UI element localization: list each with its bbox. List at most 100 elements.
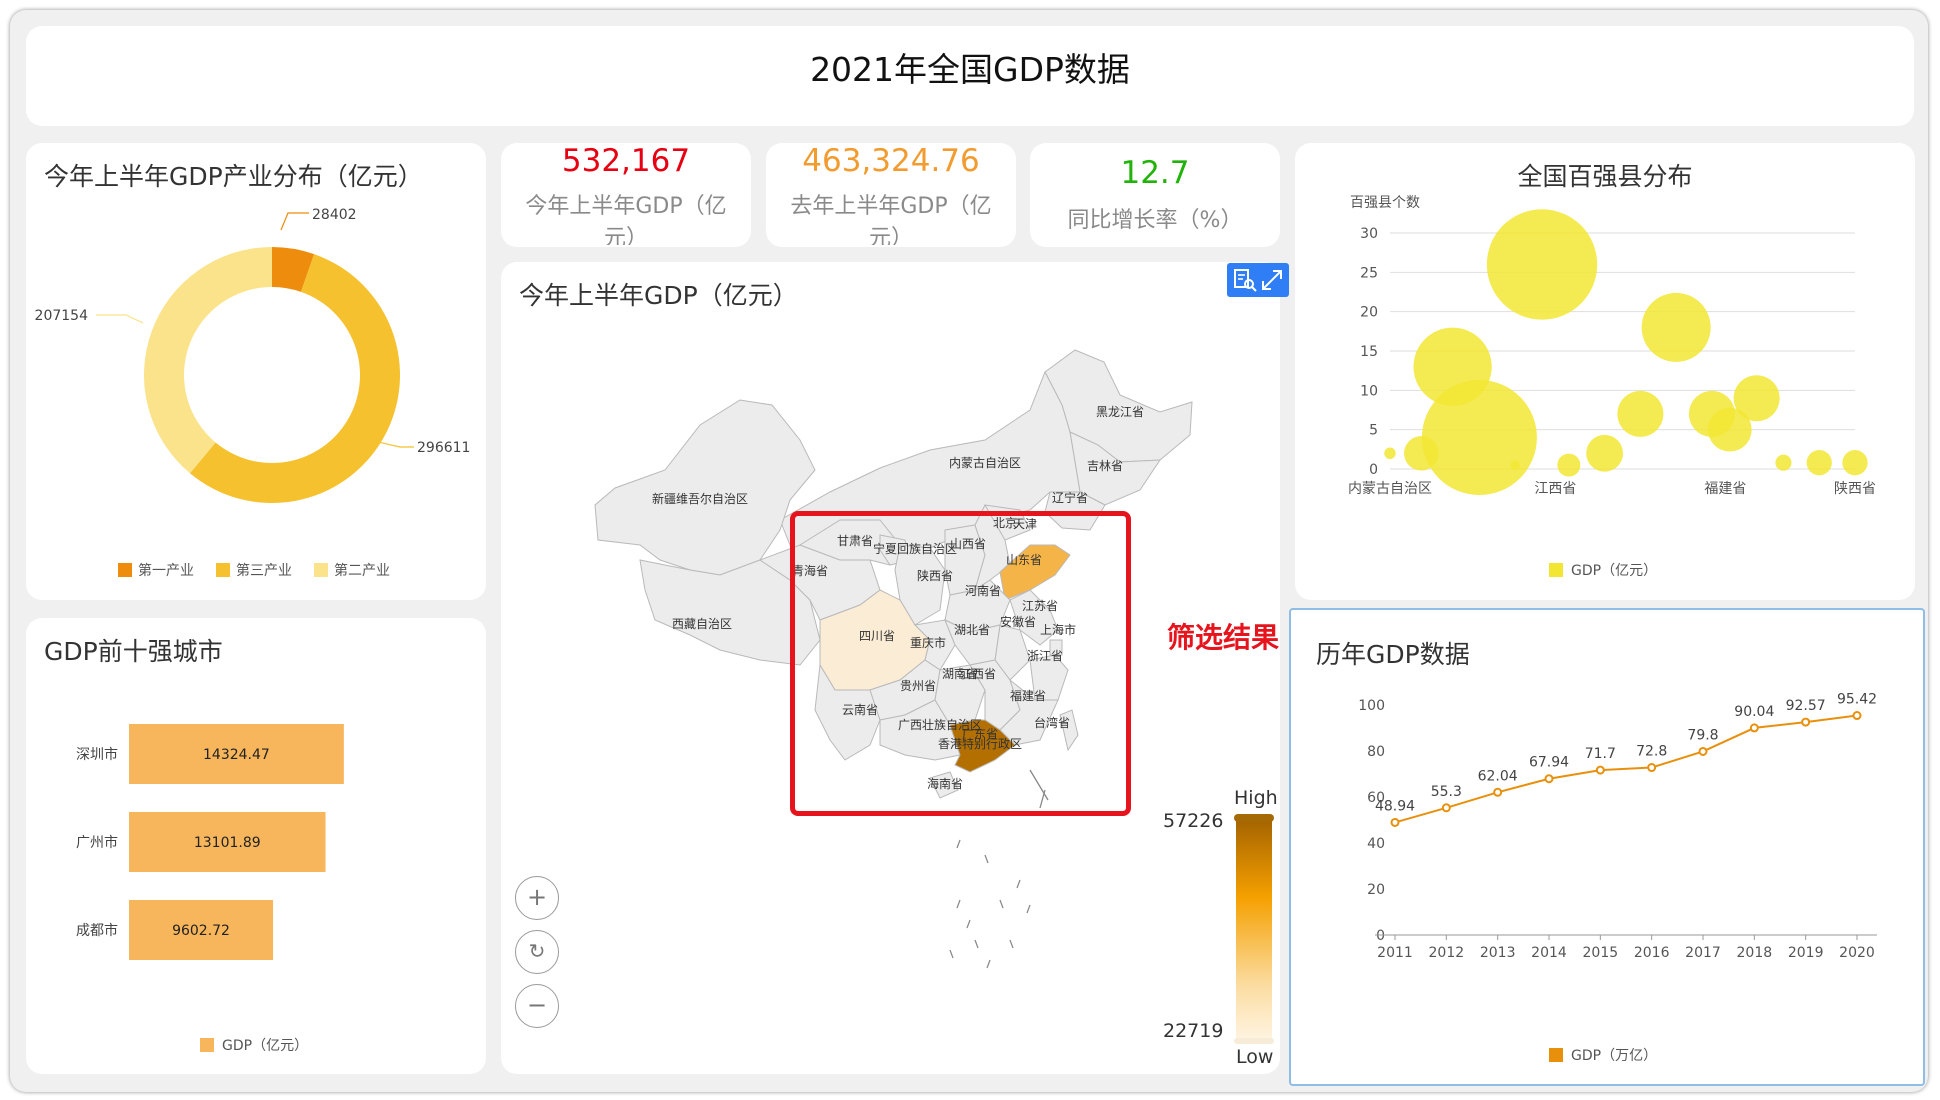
line-point[interactable] [1852, 711, 1862, 721]
filter-result-box [790, 511, 1131, 816]
bubble[interactable] [1617, 390, 1664, 437]
line-point[interactable] [1544, 774, 1554, 784]
top-counties-card: 全国百强县分布 百强县个数 0 5 10 15 20 25 30 内蒙古自治区 江西省 福建省 陕西省… [1295, 143, 1915, 600]
legend-swatch[interactable] [200, 1038, 214, 1052]
x-tick-label: 内蒙古自治区 [1348, 481, 1432, 497]
visual-map-gradient[interactable] [1236, 820, 1272, 1040]
visual-map-min-value: 22719 [1163, 1020, 1224, 1042]
visual-map-max-value: 57226 [1163, 810, 1224, 832]
kpi-card-this-half: 532,167 今年上半年GDP（亿元） [501, 143, 751, 247]
map-island [974, 939, 979, 949]
minus-icon: − [526, 991, 548, 1019]
legend-swatch[interactable] [314, 563, 328, 577]
donut-label-line [280, 212, 309, 231]
y-tick-label: 25 [1360, 265, 1378, 281]
counties-bubble-chart[interactable]: 百强县个数 0 5 10 15 20 25 30 内蒙古自治区 江西省 福建省 陕西省 GDP（亿元） [1295, 143, 1915, 600]
bubble[interactable] [1384, 447, 1396, 460]
map-island [999, 899, 1004, 909]
line-data-label: 72.8 [1636, 744, 1667, 760]
line-point[interactable] [1595, 765, 1605, 775]
y-axis-name: 百强县个数 [1350, 195, 1420, 211]
bubble[interactable] [1806, 450, 1832, 476]
legend-label: 第一产业 [138, 562, 194, 579]
donut-data-label: 28402 [312, 207, 357, 223]
bubble[interactable] [1641, 292, 1711, 362]
kpi-label: 今年上半年GDP（亿元） [525, 194, 727, 245]
visual-map-handle-bottom[interactable] [1234, 1038, 1274, 1044]
legend-swatch[interactable] [1549, 1048, 1563, 1062]
x-tick-label: 福建省 [1704, 481, 1746, 497]
y-tick-label: 80 [1367, 744, 1385, 760]
kpi-label: 同比增长率（%） [1067, 208, 1243, 233]
bubble[interactable] [1510, 460, 1520, 470]
kpi-value: 463,324.76 [802, 143, 980, 179]
zoom-in-button[interactable]: + [515, 876, 559, 920]
line-data-label: 79.8 [1687, 727, 1718, 743]
kpi-value: 12.7 [1120, 155, 1190, 191]
x-tick-label: 2013 [1480, 945, 1516, 961]
bubble[interactable] [1486, 209, 1598, 320]
series-line[interactable] [1394, 714, 1858, 824]
line-data-label: 67.94 [1529, 755, 1569, 771]
x-tick-label: 2015 [1583, 945, 1619, 961]
x-tick-label: 2020 [1839, 945, 1875, 961]
history-line-chart[interactable]: 0204060801002011 2012 2013 2014 2015 2016 2017… [1291, 610, 1923, 1084]
map-region-xinjiang[interactable] [594, 399, 816, 576]
line-data-label: 62.04 [1478, 768, 1518, 784]
visual-map-handle-top[interactable] [1234, 814, 1274, 822]
bubble[interactable] [1421, 380, 1537, 496]
bar-value-label: 14324.47 [203, 747, 270, 763]
y-tick-label: 20 [1360, 305, 1378, 321]
line-point[interactable] [1390, 817, 1400, 827]
kpi-card-growth-rate: 12.7 同比增长率（%） [1030, 143, 1280, 247]
header-card: 2021年全国GDP数据 [26, 26, 1914, 126]
top10-bar-chart[interactable]: 14324.47 深圳市 13101.89 广州市 9602.72 成都市 GDP（亿元） [26, 618, 486, 1074]
line-data-label: 90.04 [1734, 704, 1774, 720]
reset-view-button[interactable]: ↻ [515, 930, 559, 974]
line-data-label: 55.3 [1431, 784, 1462, 800]
page-title: 2021年全国GDP数据 [810, 50, 1130, 89]
map-province-label: 西藏自治区 [672, 617, 732, 631]
legend-label: GDP（亿元） [222, 1038, 308, 1054]
map-island [986, 959, 991, 969]
map-island [1016, 879, 1021, 889]
donut-slice[interactable] [144, 247, 272, 474]
history-gdp-card: 历年GDP数据 0 20 40 60 80 100 2011 2012 2013 2014 2015… [1289, 608, 1925, 1086]
legend-swatch[interactable] [1549, 563, 1563, 577]
legend-swatch[interactable] [216, 563, 230, 577]
bubble[interactable] [1557, 453, 1581, 477]
line-point[interactable] [1801, 717, 1811, 727]
donut-data-label: 296611 [417, 440, 470, 456]
x-tick-label: 2019 [1788, 945, 1824, 961]
top10-cities-card: GDP前十强城市 14324.47 深圳市 13101.89 广州市 9602.72 成都… [26, 618, 486, 1074]
line-point[interactable] [1749, 723, 1759, 733]
filter-result-label: 筛选结果 [1167, 621, 1280, 654]
bar-value-label: 9602.72 [172, 923, 230, 939]
kpi-label: 去年上半年GDP（亿元） [790, 194, 992, 245]
map-island [956, 839, 961, 849]
bubble[interactable] [1842, 450, 1868, 476]
map-island [1009, 939, 1014, 949]
line-point[interactable] [1441, 803, 1451, 813]
y-tick-label: 5 [1369, 423, 1378, 439]
map-province-label: 新疆维吾尔自治区 [652, 491, 748, 506]
bubble[interactable] [1775, 454, 1792, 471]
zoom-out-button[interactable]: − [515, 984, 559, 1028]
x-tick-label: 2018 [1737, 945, 1773, 961]
line-point[interactable] [1493, 787, 1503, 797]
legend-swatch[interactable] [118, 563, 132, 577]
map-province-label: 内蒙古自治区 [949, 455, 1021, 470]
donut-label-line [377, 441, 414, 448]
x-tick-label: 江西省 [1534, 481, 1576, 497]
x-tick-label: 2011 [1377, 945, 1413, 961]
bubble[interactable] [1586, 434, 1624, 472]
visual-map-low-label: Low [1236, 1046, 1274, 1068]
bubble[interactable] [1733, 375, 1780, 422]
legend-label: 第二产业 [334, 562, 390, 579]
y-tick-label: 100 [1358, 698, 1385, 714]
line-point[interactable] [1698, 746, 1708, 756]
industry-donut-chart[interactable]: 28402 296611 207154 第一产业 第三产业 第二产业 [26, 143, 486, 600]
x-tick-label: 2014 [1531, 945, 1567, 961]
line-point[interactable] [1647, 763, 1657, 773]
x-tick-label: 2017 [1685, 945, 1721, 961]
